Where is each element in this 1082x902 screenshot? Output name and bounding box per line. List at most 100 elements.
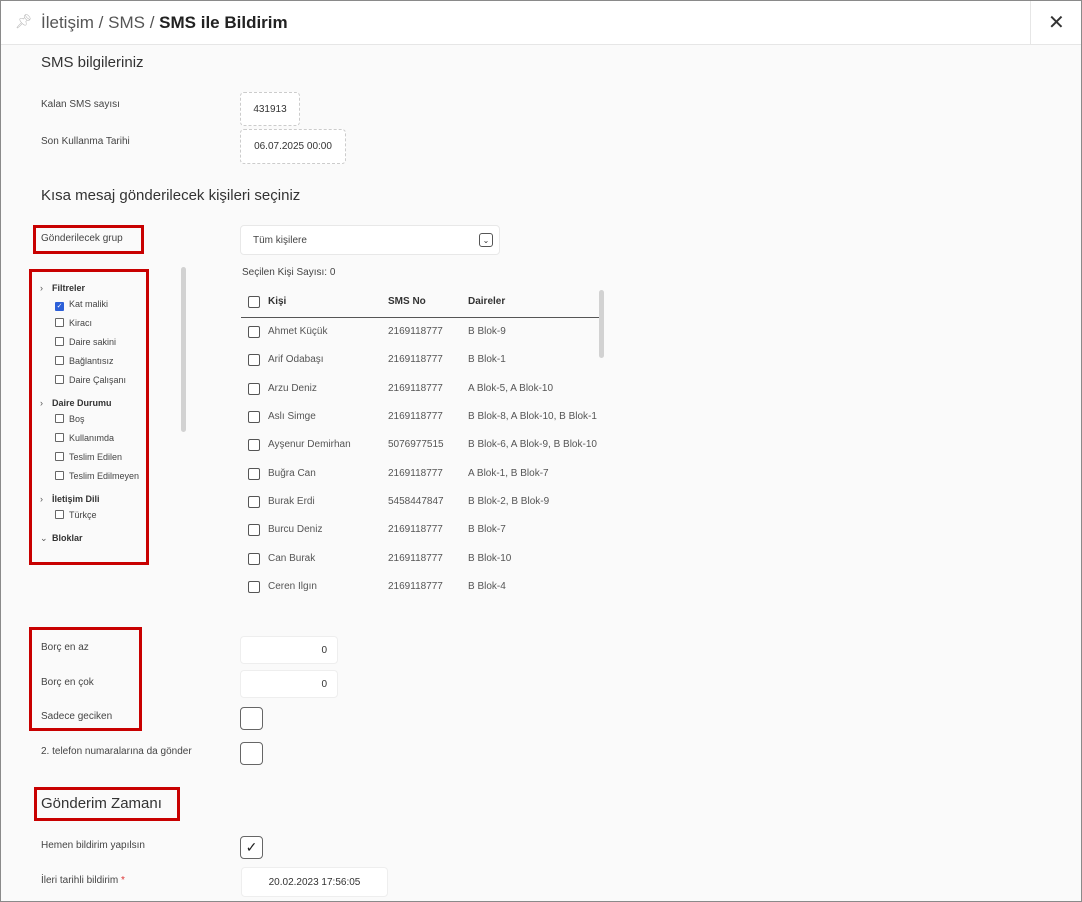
column-header: SMS No	[388, 296, 426, 307]
table-cell: B Blok-9	[468, 326, 506, 338]
filter-option[interactable]: Boş	[40, 410, 148, 429]
row-checkbox[interactable]	[248, 326, 260, 339]
table-row[interactable]: Arzu Deniz 2169118777 A Blok-5, A Blok-10	[241, 375, 599, 403]
row-checkbox[interactable]	[248, 467, 260, 480]
table-cell: Arzu Deniz	[268, 382, 317, 394]
table-row[interactable]: Can Burak 2169118777 B Blok-10	[241, 544, 599, 572]
group-select[interactable]: Tüm kişilere ⌄	[240, 225, 500, 255]
filter-option[interactable]: Kiracı	[40, 314, 148, 333]
filter-checkbox[interactable]	[55, 337, 64, 346]
second-phone-checkbox[interactable]	[240, 742, 263, 765]
filter-checkbox[interactable]: ✓	[55, 302, 64, 311]
table-cell: 2169118777	[388, 411, 443, 423]
table-row[interactable]: Arif Odabaşı 2169118777 B Blok-1	[241, 346, 599, 374]
filter-checkbox[interactable]	[55, 414, 64, 423]
late-only-checkbox[interactable]	[240, 707, 263, 730]
future-date-label: İleri tarihli bildirim *	[41, 875, 125, 886]
future-date-input[interactable]: 20.02.2023 17:56:05	[241, 867, 388, 897]
chevron-down-icon: ⌄	[479, 233, 493, 247]
table-row[interactable]: Burak Erdi 5458447847 B Blok-2, B Blok-9	[241, 488, 599, 516]
sms-info-title: SMS bilgileriniz	[41, 54, 144, 71]
send-now-checkbox[interactable]: ✓	[240, 836, 263, 859]
breadcrumb-sms[interactable]: SMS	[108, 13, 145, 32]
filter-checkbox[interactable]	[55, 471, 64, 480]
last-use-date-value: 06.07.2025 00:00	[240, 129, 346, 164]
table-cell: Ahmet Küçük	[268, 326, 328, 338]
filter-option-label: Daire sakini	[69, 337, 117, 347]
close-button[interactable]: ✕	[1030, 1, 1081, 44]
filter-option[interactable]: Teslim Edilen	[40, 448, 148, 467]
table-cell: Burcu Deniz	[268, 524, 323, 536]
table-cell: 2169118777	[388, 580, 443, 592]
filter-group[interactable]: ⌄ Bloklar	[40, 531, 148, 545]
table-cell: 2169118777	[388, 354, 443, 366]
filter-checkbox[interactable]	[55, 433, 64, 442]
row-checkbox[interactable]	[248, 580, 260, 593]
table-cell: Burak Erdi	[268, 495, 315, 507]
filter-checkbox[interactable]	[55, 318, 64, 327]
table-row[interactable]: Ayşenur Demirhan 5076977515 B Blok-6, A Bl…	[241, 431, 599, 459]
row-checkbox[interactable]	[248, 439, 260, 452]
filter-checkbox[interactable]	[55, 356, 64, 365]
schedule-title: Gönderim Zamanı	[41, 795, 162, 812]
dialog: 📌︎ İletişim / SMS / SMS ile Bildirim ✕ S…	[0, 0, 1082, 902]
table-row[interactable]: Burcu Deniz 2169118777 B Blok-7	[241, 516, 599, 544]
table-cell: Buğra Can	[268, 467, 316, 479]
filter-option[interactable]: Türkçe	[40, 506, 148, 525]
table-cell: 2169118777	[388, 552, 443, 564]
table-row[interactable]: Ahmet Küçük 2169118777 B Blok-9	[241, 318, 599, 346]
breadcrumb-separator: /	[149, 13, 155, 32]
group-select-value: Tüm kişilere	[253, 235, 307, 246]
table-cell: B Blok-8, A Blok-10, B Blok-1	[468, 411, 597, 423]
row-checkbox[interactable]	[248, 382, 260, 395]
pin-icon[interactable]: 📌︎	[15, 13, 33, 30]
row-checkbox[interactable]	[248, 552, 260, 565]
column-header: Daireler	[468, 296, 506, 307]
table-cell: B Blok-4	[468, 580, 506, 592]
filter-option[interactable]: Kullanımda	[40, 429, 148, 448]
filter-checkbox[interactable]	[55, 510, 64, 519]
filter-option[interactable]: Daire sakini	[40, 333, 148, 352]
filter-option[interactable]: Bağlantısız	[40, 352, 148, 371]
table-row[interactable]: Buğra Can 2169118777 A Blok-1, B Blok-7	[241, 459, 599, 487]
table-cell: Can Burak	[268, 552, 316, 564]
filter-scrollbar[interactable]	[181, 267, 186, 432]
table-cell: 2169118777	[388, 326, 443, 338]
table-row[interactable]: Aslı Simge 2169118777 B Blok-8, A Blok-10,…	[241, 403, 599, 431]
filter-option[interactable]: Daire Çalışanı	[40, 371, 148, 390]
table-cell: B Blok-2, B Blok-9	[468, 495, 550, 507]
row-checkbox[interactable]	[248, 411, 260, 424]
filter-checkbox[interactable]	[55, 375, 64, 384]
row-checkbox[interactable]	[248, 524, 260, 537]
page-title: SMS ile Bildirim	[159, 13, 288, 32]
table-scrollbar[interactable]	[599, 290, 604, 358]
highlight-box	[33, 225, 144, 254]
required-mark: *	[121, 875, 125, 886]
select-all-checkbox[interactable]	[248, 296, 260, 308]
check-icon: ✓	[245, 839, 258, 855]
filter-group[interactable]: › İletişim Dili	[40, 492, 148, 506]
table-row[interactable]: Ceren Ilgın 2169118777 B Blok-4	[241, 573, 599, 601]
table-cell: B Blok-7	[468, 524, 506, 536]
table-cell: B Blok-10	[468, 552, 512, 564]
filter-group[interactable]: › Filtreler	[40, 281, 148, 295]
filter-option-label: Boş	[69, 414, 85, 424]
debt-min-input[interactable]: 0	[240, 636, 338, 664]
table-cell: A Blok-1, B Blok-7	[468, 467, 549, 479]
debt-max-input[interactable]: 0	[240, 670, 338, 698]
filter-option[interactable]: ✓ Kat maliki	[40, 295, 148, 314]
filter-option[interactable]: Teslim Edilmeyen	[40, 467, 148, 486]
table-cell: Arif Odabaşı	[268, 354, 324, 366]
filter-group-title: İletişim Dili	[52, 494, 100, 504]
table-cell: 2169118777	[388, 524, 443, 536]
row-checkbox[interactable]	[248, 495, 260, 508]
dialog-header: 📌︎ İletişim / SMS / SMS ile Bildirim ✕	[1, 1, 1081, 45]
table-cell: 2169118777	[388, 382, 443, 394]
chevron-down-icon: ⌄	[40, 533, 48, 543]
remaining-sms-label: Kalan SMS sayısı	[41, 99, 120, 110]
breadcrumb-iletisim[interactable]: İletişim	[41, 13, 94, 32]
row-checkbox[interactable]	[248, 354, 260, 367]
filter-checkbox[interactable]	[55, 452, 64, 461]
late-only-label: Sadece geciken	[41, 711, 113, 722]
filter-group[interactable]: › Daire Durumu	[40, 396, 148, 410]
